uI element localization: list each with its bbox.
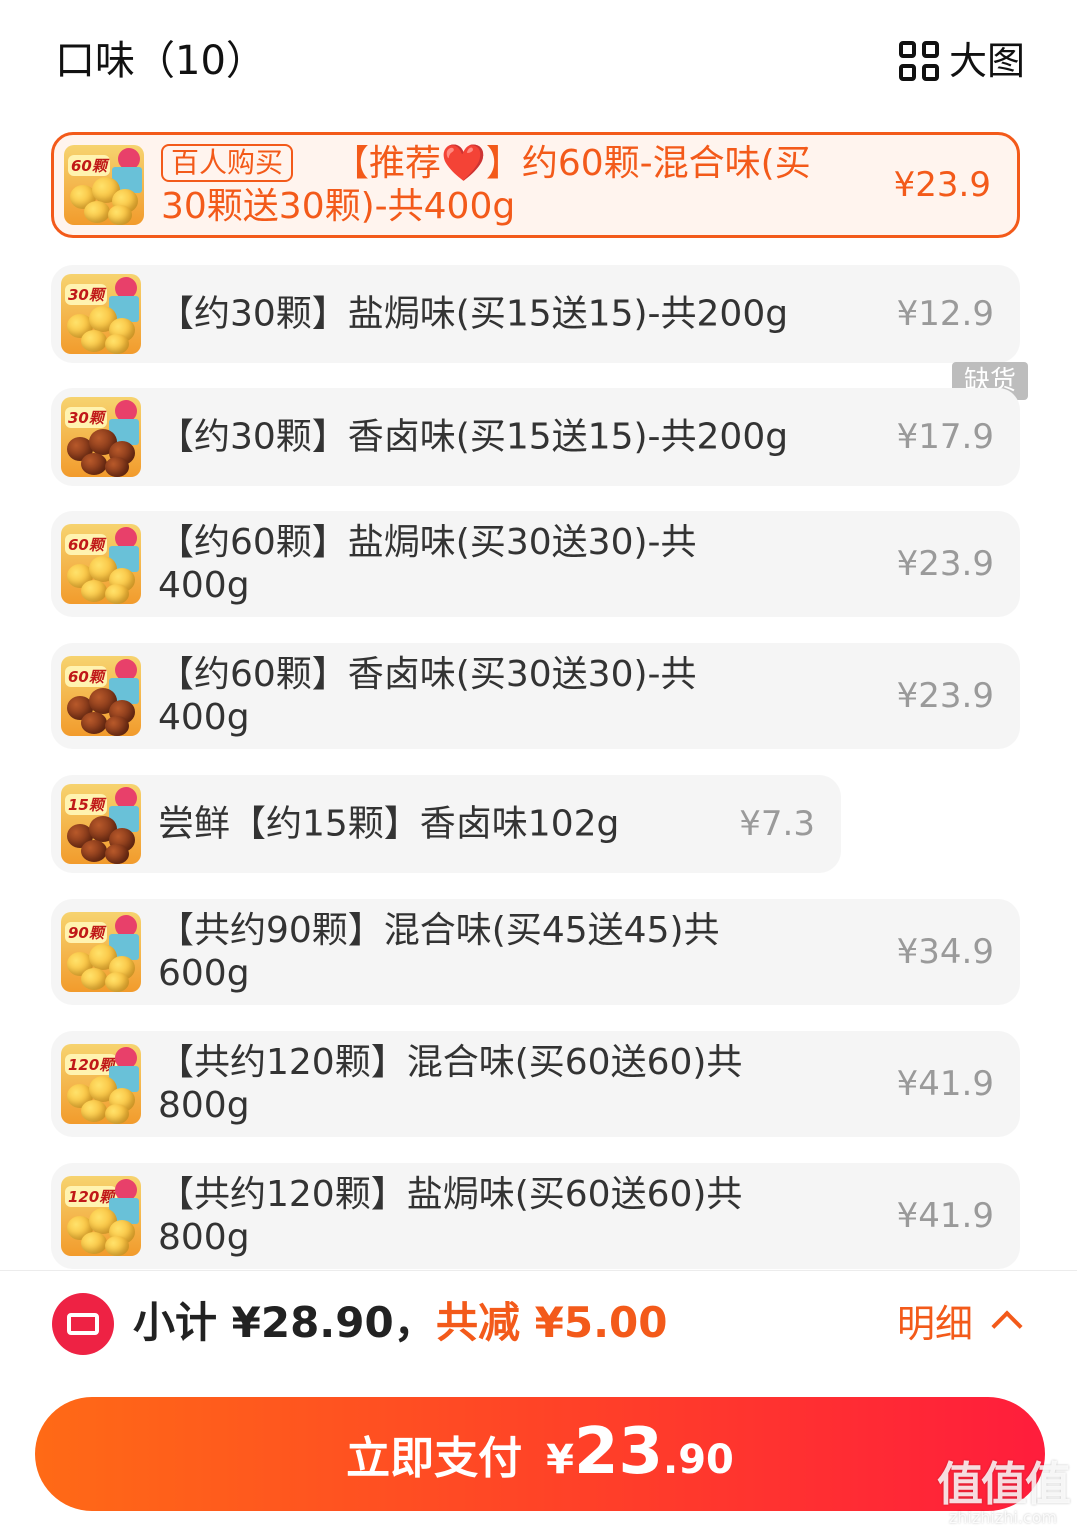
option-label: 【约30颗】香卤味(买15送15)-共200g [158, 416, 789, 458]
pay-now-button[interactable]: 立即支付 ¥ 23 .90 [35, 1397, 1045, 1511]
site-watermark: 值值值 zhizhizhi.com [937, 1457, 1071, 1527]
flavor-option-salt-30[interactable]: 30颗 【约30颗】盐焗味(买15送15)-共200g ¥12.9 [51, 265, 1020, 363]
product-thumbnail: 15颗 [61, 784, 141, 864]
option-price: ¥23.9 [896, 544, 994, 584]
option-label: 【约60颗】香卤味(买30送30)-共400g [158, 654, 697, 738]
big-view-toggle[interactable]: 大图 [898, 38, 1025, 84]
option-label: 【共约120颗】混合味(买60送60)共800g [158, 1042, 743, 1126]
grid-icon [898, 41, 939, 81]
product-thumbnail: 60颗 [64, 145, 144, 225]
flavor-title: 口味（10） [55, 38, 266, 84]
product-thumbnail: 90颗 [61, 912, 141, 992]
option-label: 【约60颗】盐焗味(买30送30)-共400g [158, 522, 697, 606]
pay-currency: ¥ [546, 1437, 574, 1483]
product-thumbnail: 60颗 [61, 656, 141, 736]
coupon-icon [52, 1293, 114, 1355]
product-thumbnail: 120颗 [61, 1176, 141, 1256]
option-label: 尝鲜【约15颗】香卤味102g [158, 803, 620, 845]
option-price: ¥7.3 [739, 804, 815, 844]
checkout-footer: 小计 ¥28.90， 共减 ¥5.00 明细 立即支付 ¥ 23 .90 值值值… [0, 1270, 1077, 1533]
option-label: 【约30颗】盐焗味(买15送15)-共200g [158, 293, 789, 335]
flavor-option-salt-60[interactable]: 60颗 【约60颗】盐焗味(买30送30)-共400g ¥23.9 [51, 511, 1020, 617]
flavor-option-trial-15[interactable]: 15颗 尝鲜【约15颗】香卤味102g ¥7.3 [51, 775, 841, 873]
flavor-option-salt-120[interactable]: 120颗 【共约120颗】盐焗味(买60送60)共800g ¥41.9 [51, 1163, 1020, 1269]
chevron-up-icon[interactable] [991, 1310, 1023, 1342]
option-price: ¥23.9 [896, 676, 994, 716]
pay-label: 立即支付 [346, 1433, 523, 1484]
flavor-option-mixed-90[interactable]: 90颗 【共约90颗】混合味(买45送45)共600g ¥34.9 [51, 899, 1020, 1005]
product-thumbnail: 30颗 [61, 397, 141, 477]
option-price: ¥41.9 [896, 1196, 994, 1236]
pay-amount-decimal: .90 [663, 1437, 734, 1483]
product-thumbnail: 120颗 [61, 1044, 141, 1124]
detail-toggle[interactable]: 明细 [897, 1299, 973, 1349]
popular-tag: 百人购买 [161, 144, 294, 182]
flavor-header: 口味（10） 大图 [55, 38, 1025, 88]
option-price: ¥23.9 [893, 165, 991, 205]
option-label: 【共约120颗】盐焗味(买60送60)共800g [158, 1174, 743, 1258]
option-price: ¥12.9 [896, 294, 994, 334]
flavor-option-mixed-60[interactable]: 60颗 百人购买 【推荐❤️】约60颗-混合味(买30颗送30颗)-共400g ¥… [51, 132, 1020, 238]
flavor-option-braised-60[interactable]: 60颗 【约60颗】香卤味(买30送30)-共400g ¥23.9 [51, 643, 1020, 749]
option-label: 百人购买 【推荐❤️】约60颗-混合味(买30颗送30颗)-共400g [161, 143, 811, 227]
pay-amount-integer: 23 [573, 1415, 664, 1489]
option-label: 【共约90颗】混合味(买45送45)共600g [158, 910, 720, 994]
discount-text: 共减 ¥5.00 [436, 1298, 668, 1347]
option-price: ¥17.9 [896, 417, 994, 457]
big-view-label: 大图 [948, 39, 1025, 83]
flavor-option-braised-30[interactable]: 30颗 【约30颗】香卤味(买15送15)-共200g ¥17.9 [51, 388, 1020, 486]
product-thumbnail: 60颗 [61, 524, 141, 604]
flavor-option-mixed-120[interactable]: 120颗 【共约120颗】混合味(买60送60)共800g ¥41.9 [51, 1031, 1020, 1137]
product-thumbnail: 30颗 [61, 274, 141, 354]
option-price: ¥41.9 [896, 1064, 994, 1104]
subtotal-text: 小计 ¥28.90， [133, 1298, 436, 1347]
heart-icon: ❤️ [441, 143, 486, 184]
option-price: ¥34.9 [896, 932, 994, 972]
